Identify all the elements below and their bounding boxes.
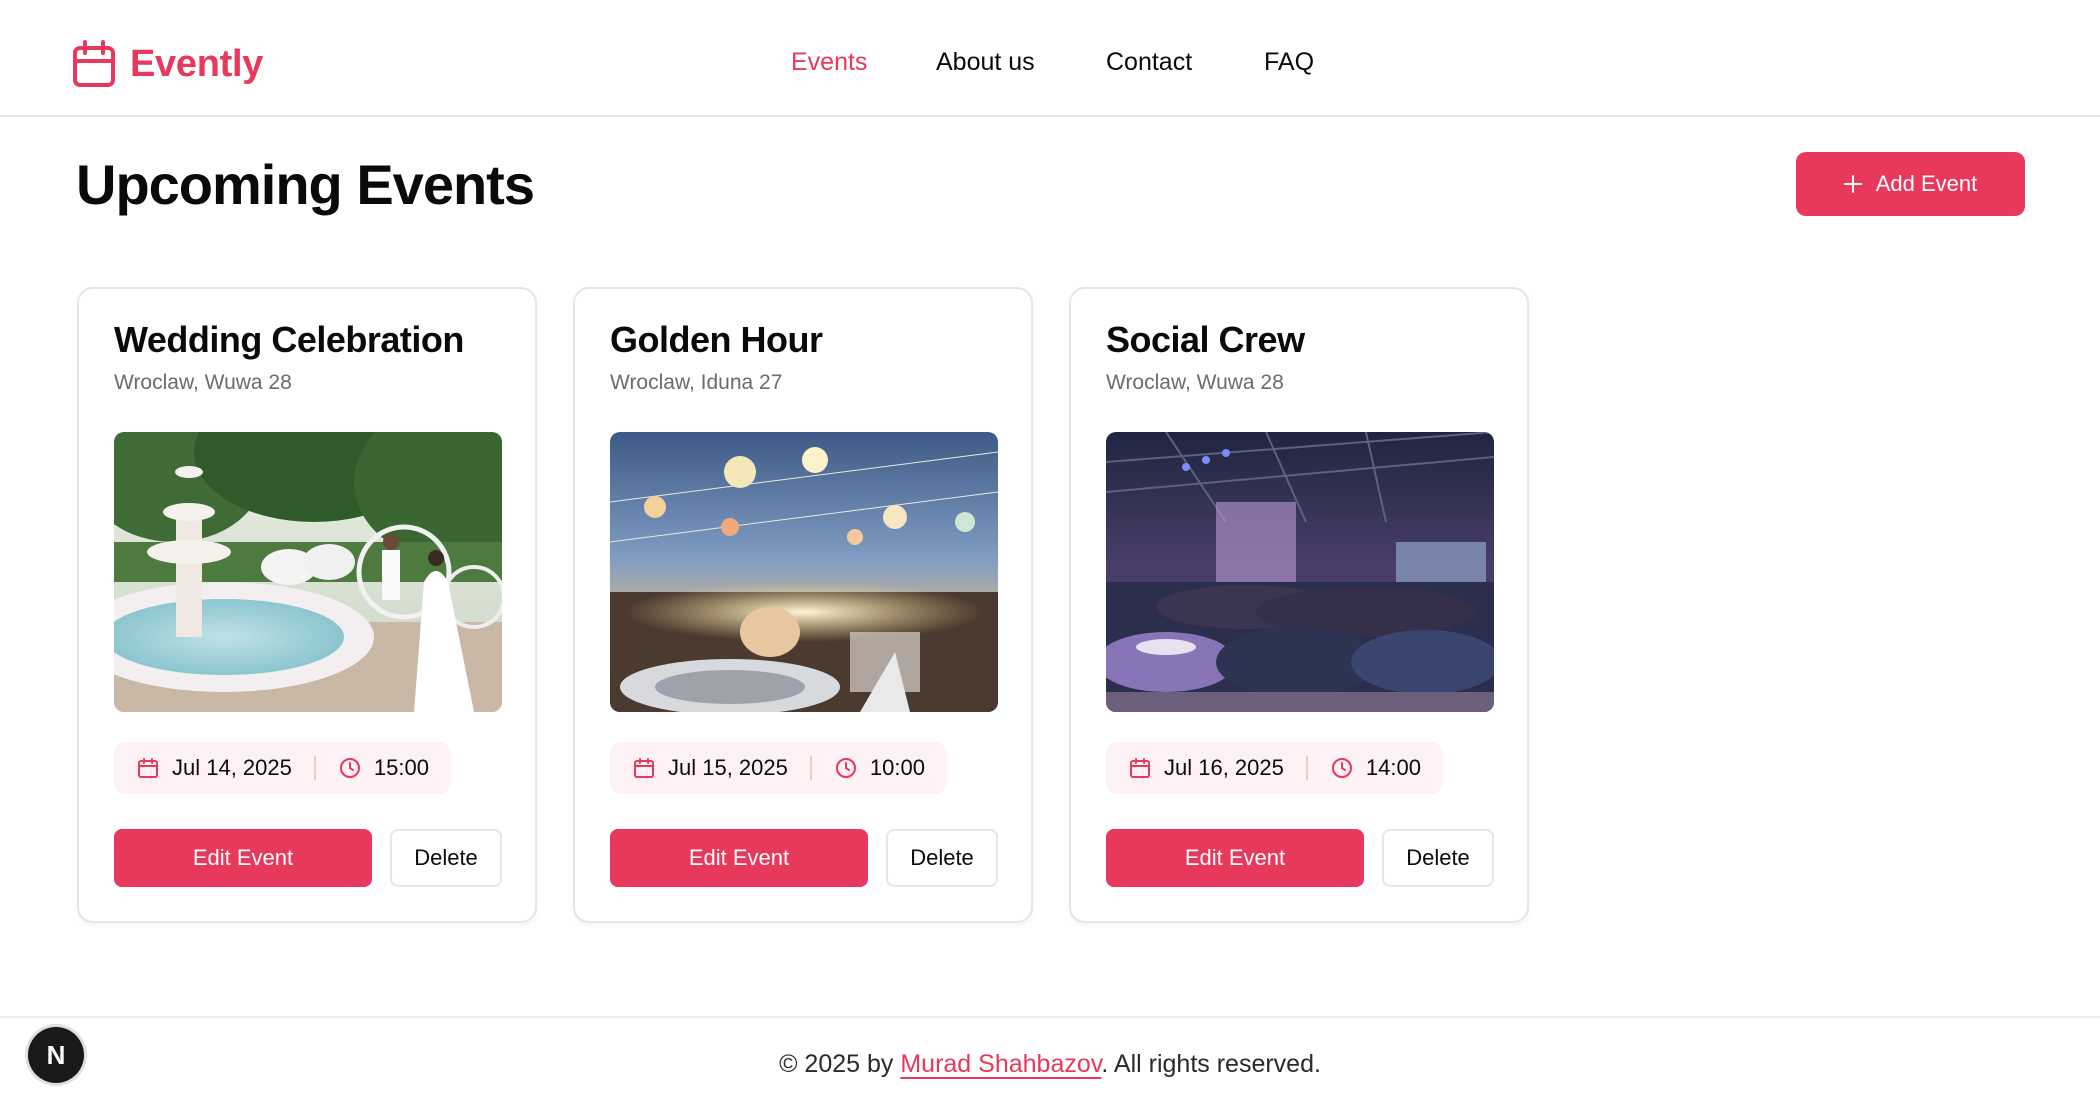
edit-event-button[interactable]: Edit Event — [610, 829, 868, 887]
event-card: Golden Hour Wroclaw, Iduna 27 Jul 15, 20… — [573, 287, 1033, 923]
clock-icon — [1331, 758, 1352, 778]
calendar-icon — [1130, 758, 1150, 778]
site-header: Evently Events About us Contact FAQ — [0, 0, 2100, 117]
event-title: Wedding Celebration — [114, 319, 464, 360]
add-event-label: Add Event — [1875, 171, 1978, 196]
event-image — [114, 432, 502, 712]
calendar-icon — [634, 758, 654, 778]
event-date: Jul 16, 2025 — [1164, 755, 1284, 780]
footer-prefix: © 2025 by — [779, 1050, 901, 1078]
site-footer: © 2025 by Murad Shahbazov. All rights re… — [0, 1016, 2100, 1102]
event-image — [610, 432, 998, 712]
event-card: Wedding Celebration Wroclaw, Wuwa 28 Jul… — [77, 287, 537, 923]
dev-tools-badge[interactable]: N — [28, 1027, 84, 1083]
edit-event-button[interactable]: Edit Event — [114, 829, 372, 887]
divider — [1305, 756, 1308, 780]
delete-event-button[interactable]: Delete — [1382, 829, 1494, 887]
event-date: Jul 15, 2025 — [668, 755, 788, 780]
event-datetime: Jul 16, 2025 14:00 — [1106, 742, 1443, 794]
event-address: Wroclaw, Wuwa 28 — [114, 371, 292, 394]
footer-suffix: . All rights reserved. — [1101, 1050, 1321, 1078]
edit-event-button[interactable]: Edit Event — [1106, 829, 1364, 887]
add-event-button[interactable]: Add Event — [1796, 152, 2025, 216]
nav-link-about[interactable]: About us — [936, 48, 1035, 77]
event-time: 14:00 — [1365, 755, 1421, 780]
event-image — [1106, 432, 1494, 712]
delete-event-button[interactable]: Delete — [390, 829, 502, 887]
calendar-icon — [138, 758, 158, 778]
nav-link-contact[interactable]: Contact — [1106, 48, 1192, 77]
plus-icon — [1843, 175, 1862, 193]
author-link[interactable]: Murad Shahbazov — [900, 1050, 1101, 1078]
event-time: 15:00 — [373, 755, 429, 780]
clock-icon — [339, 758, 360, 778]
event-address: Wroclaw, Wuwa 28 — [1106, 371, 1284, 394]
event-title: Golden Hour — [610, 319, 823, 360]
event-address: Wroclaw, Iduna 27 — [610, 371, 783, 394]
divider — [313, 756, 316, 780]
nav-link-faq[interactable]: FAQ — [1264, 48, 1314, 77]
page-title: Upcoming Events — [76, 153, 535, 216]
event-date: Jul 14, 2025 — [172, 755, 292, 780]
main-nav: Events About us Contact FAQ — [0, 48, 2100, 82]
event-datetime: Jul 14, 2025 15:00 — [114, 742, 451, 794]
nav-link-events[interactable]: Events — [791, 48, 867, 77]
event-card: Social Crew Wroclaw, Wuwa 28 Jul 16, 202… — [1069, 287, 1529, 923]
divider — [809, 756, 812, 780]
event-datetime: Jul 15, 2025 10:00 — [610, 742, 947, 794]
event-title: Social Crew — [1106, 319, 1305, 360]
footer-copyright: © 2025 by Murad Shahbazov. All rights re… — [0, 1050, 2100, 1079]
clock-icon — [835, 758, 856, 778]
delete-event-button[interactable]: Delete — [886, 829, 998, 887]
event-time: 10:00 — [869, 755, 925, 780]
